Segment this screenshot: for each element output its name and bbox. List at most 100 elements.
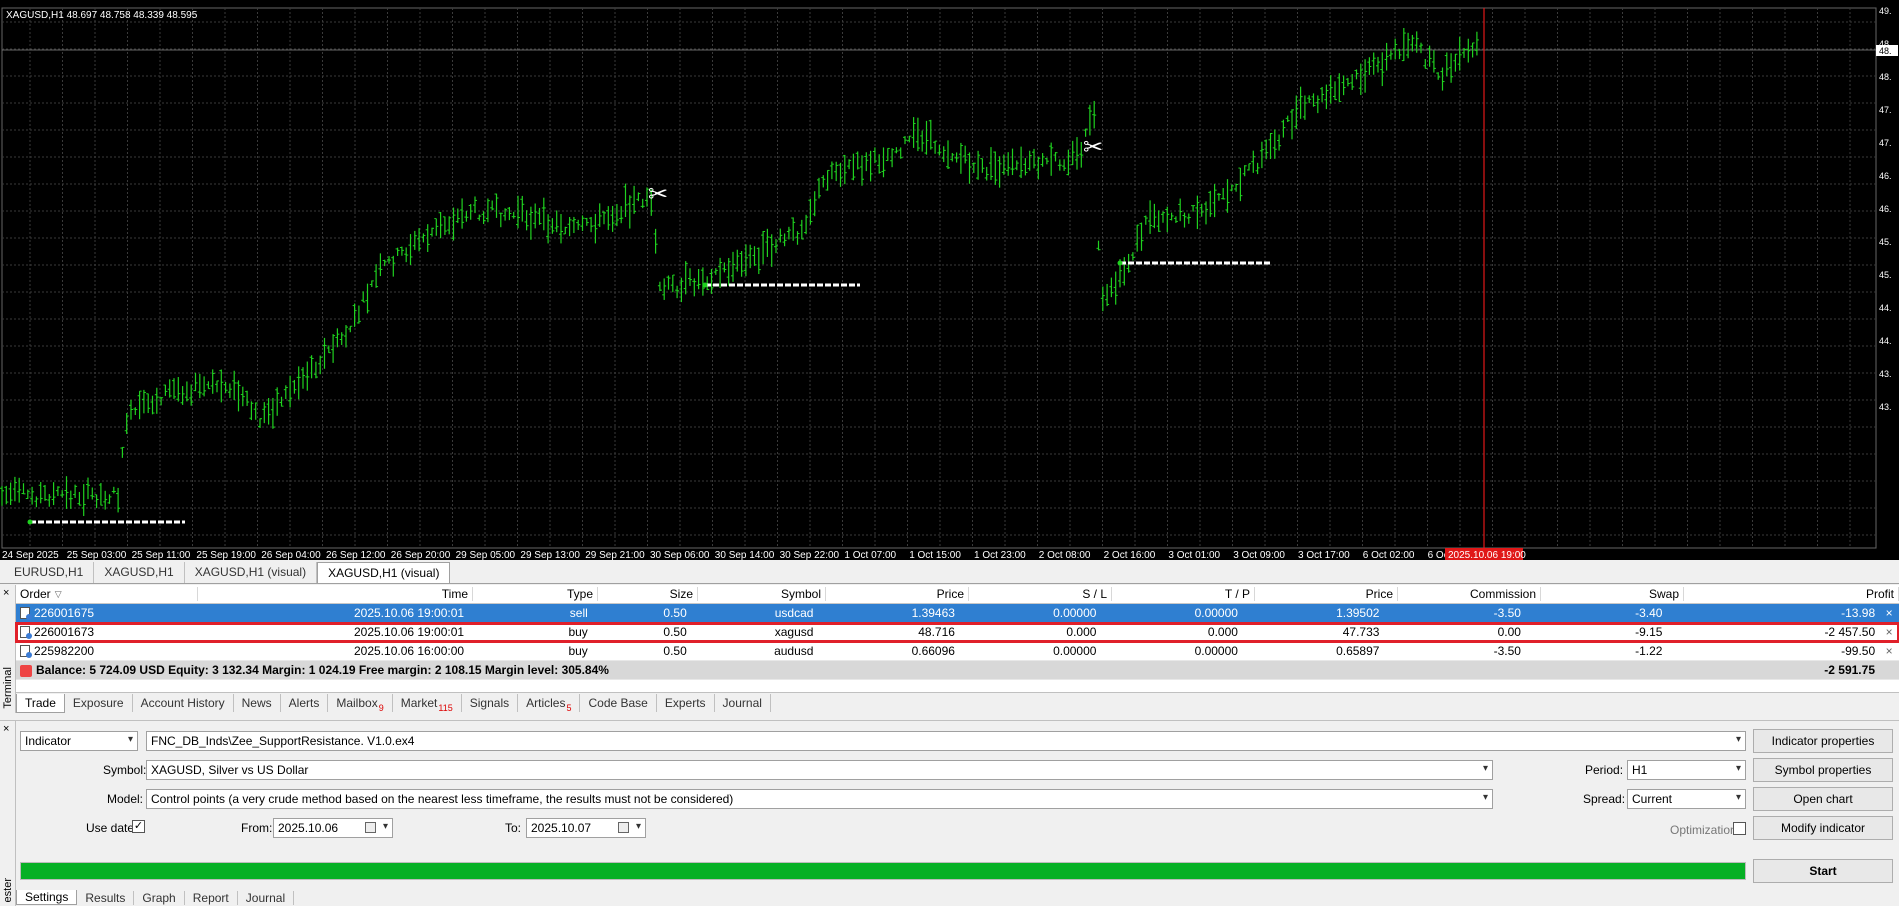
strategy-tester-panel: × ester Indicator ▾ FNC_DB_Inds\Zee_Suppo… — [0, 720, 1899, 906]
table-row[interactable]: 226001675 2025.10.06 19:00:01 sell 0.50 … — [16, 604, 1899, 623]
tab-experts[interactable]: Experts — [657, 694, 715, 712]
time-tick-label: 3 Oct 01:00 — [1168, 550, 1220, 560]
header-sl[interactable]: S / L — [969, 587, 1112, 601]
header-swap[interactable]: Swap — [1541, 587, 1684, 601]
open-chart-button[interactable]: Open chart — [1753, 787, 1893, 811]
header-commission[interactable]: Commission — [1398, 587, 1541, 601]
chart-tabs: EURUSD,H1 XAGUSD,H1 XAGUSD,H1 (visual) X… — [0, 562, 1899, 584]
period-select[interactable]: H1 ▾ — [1627, 760, 1746, 780]
tester-tabs: Settings Results Graph Report Journal — [16, 889, 295, 906]
close-icon[interactable]: × — [3, 723, 9, 735]
terminal-panel: × Terminal Order ▽ Time Type Size Symbol … — [0, 585, 1899, 713]
model-select[interactable]: Control points (a very crude method base… — [146, 789, 1493, 809]
order-icon — [20, 645, 32, 658]
price-tick-label: 44. — [1879, 303, 1892, 313]
tab-trade[interactable]: Trade — [16, 693, 65, 713]
tab-exposure[interactable]: Exposure — [65, 694, 133, 712]
symbol-properties-button[interactable]: Symbol properties — [1753, 758, 1893, 782]
modify-indicator-button[interactable]: Modify indicator — [1753, 816, 1893, 840]
start-button[interactable]: Start — [1753, 859, 1893, 883]
mailbox-badge: 9 — [378, 703, 384, 713]
tab-news[interactable]: News — [234, 694, 281, 712]
tab-results[interactable]: Results — [77, 890, 135, 905]
to-date-input[interactable]: 2025.10.07 ▾ — [526, 818, 646, 838]
header-order[interactable]: Order ▽ — [16, 587, 198, 601]
progress-bar — [20, 862, 1746, 880]
chart-title: XAGUSD,H1 48.697 48.758 48.339 48.595 — [6, 10, 198, 21]
tab-report[interactable]: Report — [185, 890, 238, 905]
tab-articles[interactable]: Articles5 — [518, 694, 581, 713]
price-tick-label: 43. — [1879, 369, 1892, 379]
current-time-label: 2025.10.06 19:00 — [1448, 550, 1526, 560]
calendar-icon[interactable] — [365, 822, 376, 833]
header-size[interactable]: Size — [598, 587, 698, 601]
time-tick-label: 29 Sep 21:00 — [585, 550, 645, 560]
time-tick-label: 30 Sep 14:00 — [715, 550, 775, 560]
balance-summary: Balance: 5 724.09 USD Equity: 3 132.34 M… — [36, 663, 609, 677]
time-tick-label: 29 Sep 05:00 — [456, 550, 516, 560]
chart-tab-xagusd-visual[interactable]: XAGUSD,H1 (visual) — [185, 562, 318, 583]
tester-side-bar: × ester — [0, 721, 16, 906]
calendar-icon[interactable] — [618, 822, 629, 833]
tab-graph[interactable]: Graph — [134, 890, 185, 905]
tab-tester-journal[interactable]: Journal — [238, 890, 295, 905]
indicator-properties-button[interactable]: Indicator properties — [1753, 729, 1893, 753]
time-tick-label: 3 Oct 09:00 — [1233, 550, 1285, 560]
progress-fill — [21, 863, 1745, 879]
program-select[interactable]: FNC_DB_Inds\Zee_SupportResistance. V1.0.… — [146, 731, 1746, 751]
header-time[interactable]: Time — [198, 587, 473, 601]
optimization-checkbox[interactable] — [1733, 822, 1746, 835]
symbol-label: Symbol: — [103, 763, 147, 777]
table-row[interactable]: 226001673 2025.10.06 19:00:01 buy 0.50 x… — [15, 622, 1899, 643]
chart-tab-eurusd[interactable]: EURUSD,H1 — [4, 562, 95, 583]
level-start-dot — [1117, 260, 1123, 266]
scissors-icon: ✂ — [1083, 133, 1103, 161]
time-tick-label: 24 Sep 2025 — [2, 550, 59, 560]
chevron-down-icon: ▾ — [382, 821, 388, 832]
price-tick-label: 44. — [1879, 336, 1892, 346]
current-price-label: 48. — [1879, 46, 1892, 56]
tab-journal[interactable]: Journal — [715, 694, 771, 712]
optimization-label: Optimization — [1670, 823, 1737, 837]
symbol-select[interactable]: XAGUSD, Silver vs US Dollar ▾ — [146, 760, 1493, 780]
close-order-icon[interactable]: × — [1879, 606, 1899, 620]
time-tick-label: 30 Sep 06:00 — [650, 550, 710, 560]
chart-canvas[interactable]: 49.48.48.47.47.46.46.45.45.44.44.43.43.4… — [0, 0, 1899, 560]
price-chart[interactable]: 49. 48. 48. 47. 47. 46. 46. 45. 45. 44. 44. 43. 43. 4… — [0, 0, 1899, 560]
header-type[interactable]: Type — [473, 587, 598, 601]
chart-tab-xagusd[interactable]: XAGUSD,H1 — [94, 562, 185, 583]
tab-signals[interactable]: Signals — [462, 694, 519, 712]
spread-label: Spread: — [1583, 792, 1626, 806]
header-symbol[interactable]: Symbol — [698, 587, 826, 601]
spread-select[interactable]: Current ▾ — [1627, 789, 1746, 809]
tab-account-history[interactable]: Account History — [133, 694, 234, 712]
close-icon[interactable]: × — [3, 587, 9, 599]
time-tick-label: 25 Sep 11:00 — [132, 550, 191, 560]
close-order-icon[interactable]: × — [1879, 644, 1899, 658]
header-tp[interactable]: T / P — [1112, 587, 1255, 601]
chart-tab-xagusd-visual-active[interactable]: XAGUSD,H1 (visual) — [317, 562, 451, 583]
use-date-checkbox[interactable]: ✓ — [132, 820, 145, 833]
tab-settings[interactable]: Settings — [16, 890, 78, 905]
chevron-down-icon: ▾ — [127, 734, 133, 745]
tab-market[interactable]: Market115 — [393, 694, 462, 713]
tab-mailbox[interactable]: Mailbox9 — [328, 694, 393, 713]
close-order-icon[interactable]: × — [1879, 625, 1899, 639]
header-price[interactable]: Price — [826, 587, 969, 601]
from-date-input[interactable]: 2025.10.06 ▾ — [273, 818, 393, 838]
time-tick-label: 26 Sep 04:00 — [261, 550, 321, 560]
tab-alerts[interactable]: Alerts — [281, 694, 329, 712]
terminal-side-bar: × Terminal — [0, 585, 16, 713]
mode-select[interactable]: Indicator ▾ — [20, 731, 138, 751]
market-badge: 115 — [438, 703, 453, 713]
table-row[interactable]: 225982200 2025.10.06 16:00:00 buy 0.50 a… — [16, 642, 1899, 661]
chevron-down-icon: ▾ — [635, 821, 641, 832]
tab-code-base[interactable]: Code Base — [580, 694, 657, 712]
articles-badge: 5 — [566, 703, 572, 713]
scissors-icon: ✂ — [648, 180, 668, 208]
header-current-price[interactable]: Price — [1255, 587, 1398, 601]
time-tick-label: 26 Sep 12:00 — [326, 550, 386, 560]
time-tick-label: 2 Oct 16:00 — [1104, 550, 1156, 560]
header-profit[interactable]: Profit — [1684, 587, 1899, 601]
time-tick-label: 1 Oct 07:00 — [844, 550, 896, 560]
